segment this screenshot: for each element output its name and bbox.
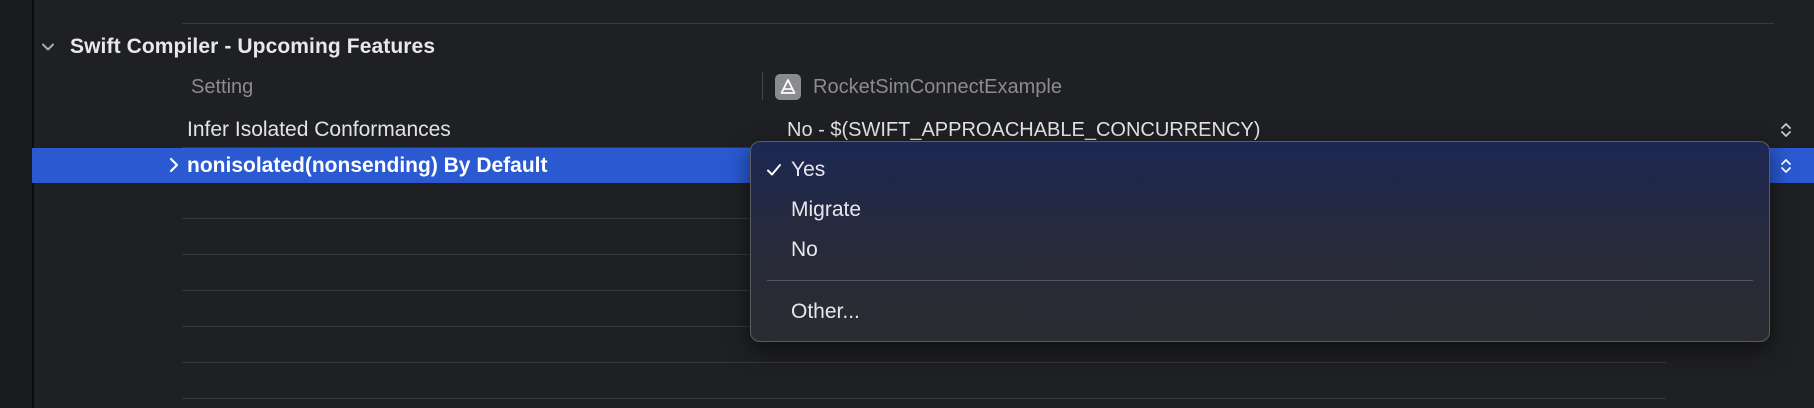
- menu-item-no[interactable]: No: [751, 232, 1769, 268]
- target-name: RocketSimConnectExample: [813, 75, 1062, 98]
- menu-item-label: Other...: [791, 300, 860, 323]
- column-header-setting[interactable]: Setting: [191, 70, 253, 104]
- column-header-target[interactable]: RocketSimConnectExample: [775, 70, 1062, 104]
- menu-item-label: Migrate: [791, 198, 862, 221]
- setting-label: Infer Isolated Conformances: [187, 118, 451, 141]
- empty-row-divider: [182, 398, 1666, 399]
- column-separator: [762, 72, 763, 100]
- section-header[interactable]: Swift Compiler - Upcoming Features: [38, 30, 435, 64]
- menu-item-label: No: [791, 238, 818, 261]
- empty-row-divider: [182, 362, 1666, 363]
- menu-item-other[interactable]: Other...: [751, 294, 1769, 330]
- top-divider: [182, 23, 1774, 24]
- chevron-right-icon[interactable]: [164, 155, 184, 175]
- menu-item-migrate[interactable]: Migrate: [751, 192, 1769, 228]
- menu-item-label: Yes: [791, 158, 826, 181]
- setting-label: nonisolated(nonsending) By Default: [187, 154, 548, 177]
- value-popup-menu: Yes Migrate No Other...: [750, 141, 1770, 342]
- chevron-down-icon[interactable]: [38, 37, 58, 57]
- up-down-stepper-icon[interactable]: [1776, 152, 1796, 180]
- checkmark-icon: [765, 152, 787, 188]
- app-target-icon: [775, 74, 801, 100]
- menu-separator: [767, 280, 1753, 281]
- left-gutter: [0, 0, 34, 408]
- section-title: Swift Compiler - Upcoming Features: [70, 35, 436, 58]
- menu-item-yes[interactable]: Yes: [751, 152, 1769, 188]
- up-down-stepper-icon[interactable]: [1776, 116, 1796, 144]
